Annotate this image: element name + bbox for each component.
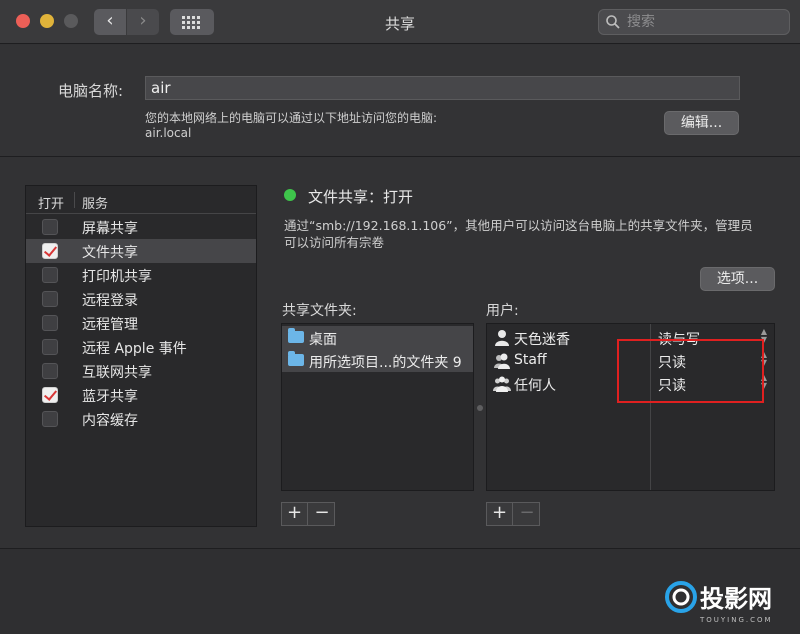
shared-folders-list: 桌面 用所选项目...的文件夹 9 — [281, 323, 474, 491]
service-label: 蓝牙共享 — [82, 389, 138, 405]
service-label: 文件共享 — [82, 245, 138, 261]
folder-add-remove-controls: + − — [281, 502, 335, 526]
computer-name-field[interactable]: air — [145, 76, 740, 100]
service-checkbox[interactable] — [42, 315, 58, 331]
add-folder-button[interactable]: + — [282, 503, 308, 525]
computer-name-label: 电脑名称: — [58, 82, 124, 100]
service-label: 互联网共享 — [82, 365, 152, 381]
user-add-remove-controls: + − — [486, 502, 540, 526]
shared-folders-label: 共享文件夹: — [282, 303, 357, 319]
service-checkbox[interactable] — [42, 387, 58, 403]
service-row-screen-sharing[interactable]: 屏幕共享 — [26, 215, 256, 239]
single-user-icon — [495, 330, 509, 346]
user-name: 任何人 — [514, 378, 556, 394]
annotation-highlight-box — [617, 339, 764, 403]
user-name: 天色迷香 — [514, 332, 570, 348]
service-checkbox[interactable] — [42, 267, 58, 283]
column-header-service[interactable]: 服务 — [82, 193, 108, 212]
service-label: 远程 Apple 事件 — [82, 341, 187, 357]
user-name: Staff — [514, 352, 547, 368]
sharing-info-line2: 可以访问所有宗卷 — [284, 235, 385, 250]
search-icon — [606, 15, 620, 29]
service-label: 远程管理 — [82, 317, 138, 333]
split-view-handle[interactable] — [477, 405, 483, 411]
service-checkbox[interactable] — [42, 411, 58, 427]
local-address: air.local — [145, 126, 192, 140]
search-field[interactable] — [598, 9, 790, 35]
service-checkbox[interactable] — [42, 363, 58, 379]
service-row-remote-login[interactable]: 远程登录 — [26, 287, 256, 311]
status-indicator — [284, 189, 296, 201]
edit-button[interactable]: 编辑... — [664, 111, 739, 135]
folder-icon — [288, 351, 304, 366]
title-bar: ‹ › 共享 — [0, 0, 800, 44]
service-checkbox[interactable] — [42, 291, 58, 307]
file-sharing-status: 文件共享：打开 — [308, 188, 414, 206]
services-header: 打开 服务 — [26, 186, 256, 214]
folder-icon — [288, 328, 304, 343]
watermark-text: 投影网 — [700, 585, 772, 613]
address-description: 您的本地网络上的电脑可以通过以下地址访问您的电脑: — [145, 111, 438, 125]
options-button[interactable]: 选项... — [700, 267, 775, 291]
folder-label: 用所选项目...的文件夹 9 — [309, 355, 462, 371]
service-label: 打印机共享 — [82, 269, 152, 285]
service-label: 内容缓存 — [82, 413, 138, 429]
services-list: 打开 服务 屏幕共享 文件共享 打印机共享 远程登录 远程管理 远程 Apple… — [25, 185, 257, 527]
service-row-remote-management[interactable]: 远程管理 — [26, 311, 256, 335]
search-input[interactable] — [627, 13, 785, 31]
service-label: 屏幕共享 — [82, 221, 138, 237]
staff-group-icon — [494, 353, 510, 369]
service-checkbox[interactable] — [42, 339, 58, 355]
remove-user-button[interactable]: − — [514, 503, 540, 525]
folder-row[interactable]: 用所选项目...的文件夹 9 — [282, 349, 473, 372]
service-checkbox[interactable] — [42, 243, 58, 259]
service-row-content-caching[interactable]: 内容缓存 — [26, 407, 256, 431]
users-label: 用户: — [486, 303, 519, 319]
service-row-file-sharing[interactable]: 文件共享 — [26, 239, 256, 263]
watermark-subtext: TOUYING.COM — [699, 616, 773, 624]
service-row-printer-sharing[interactable]: 打印机共享 — [26, 263, 256, 287]
column-header-open[interactable]: 打开 — [38, 193, 64, 212]
service-label: 远程登录 — [82, 293, 138, 309]
computer-name-section: 电脑名称: air 您的本地网络上的电脑可以通过以下地址访问您的电脑: air.… — [0, 45, 800, 157]
service-row-remote-apple-events[interactable]: 远程 Apple 事件 — [26, 335, 256, 359]
column-divider — [74, 192, 75, 208]
remove-folder-button[interactable]: − — [309, 503, 335, 525]
folder-row[interactable]: 桌面 — [282, 326, 473, 349]
sharing-window: ‹ › 共享 电脑名称: air 您的本地网络上的电脑可以通过以下地址访问您的电… — [0, 0, 800, 634]
service-checkbox[interactable] — [42, 219, 58, 235]
folder-label: 桌面 — [309, 332, 337, 348]
service-row-internet-sharing[interactable]: 互联网共享 — [26, 359, 256, 383]
everyone-group-icon — [493, 376, 511, 392]
add-user-button[interactable]: + — [487, 503, 513, 525]
service-row-bluetooth-sharing[interactable]: 蓝牙共享 — [26, 383, 256, 407]
touying-logo-watermark: 投影网 TOUYING.COM — [665, 581, 773, 624]
